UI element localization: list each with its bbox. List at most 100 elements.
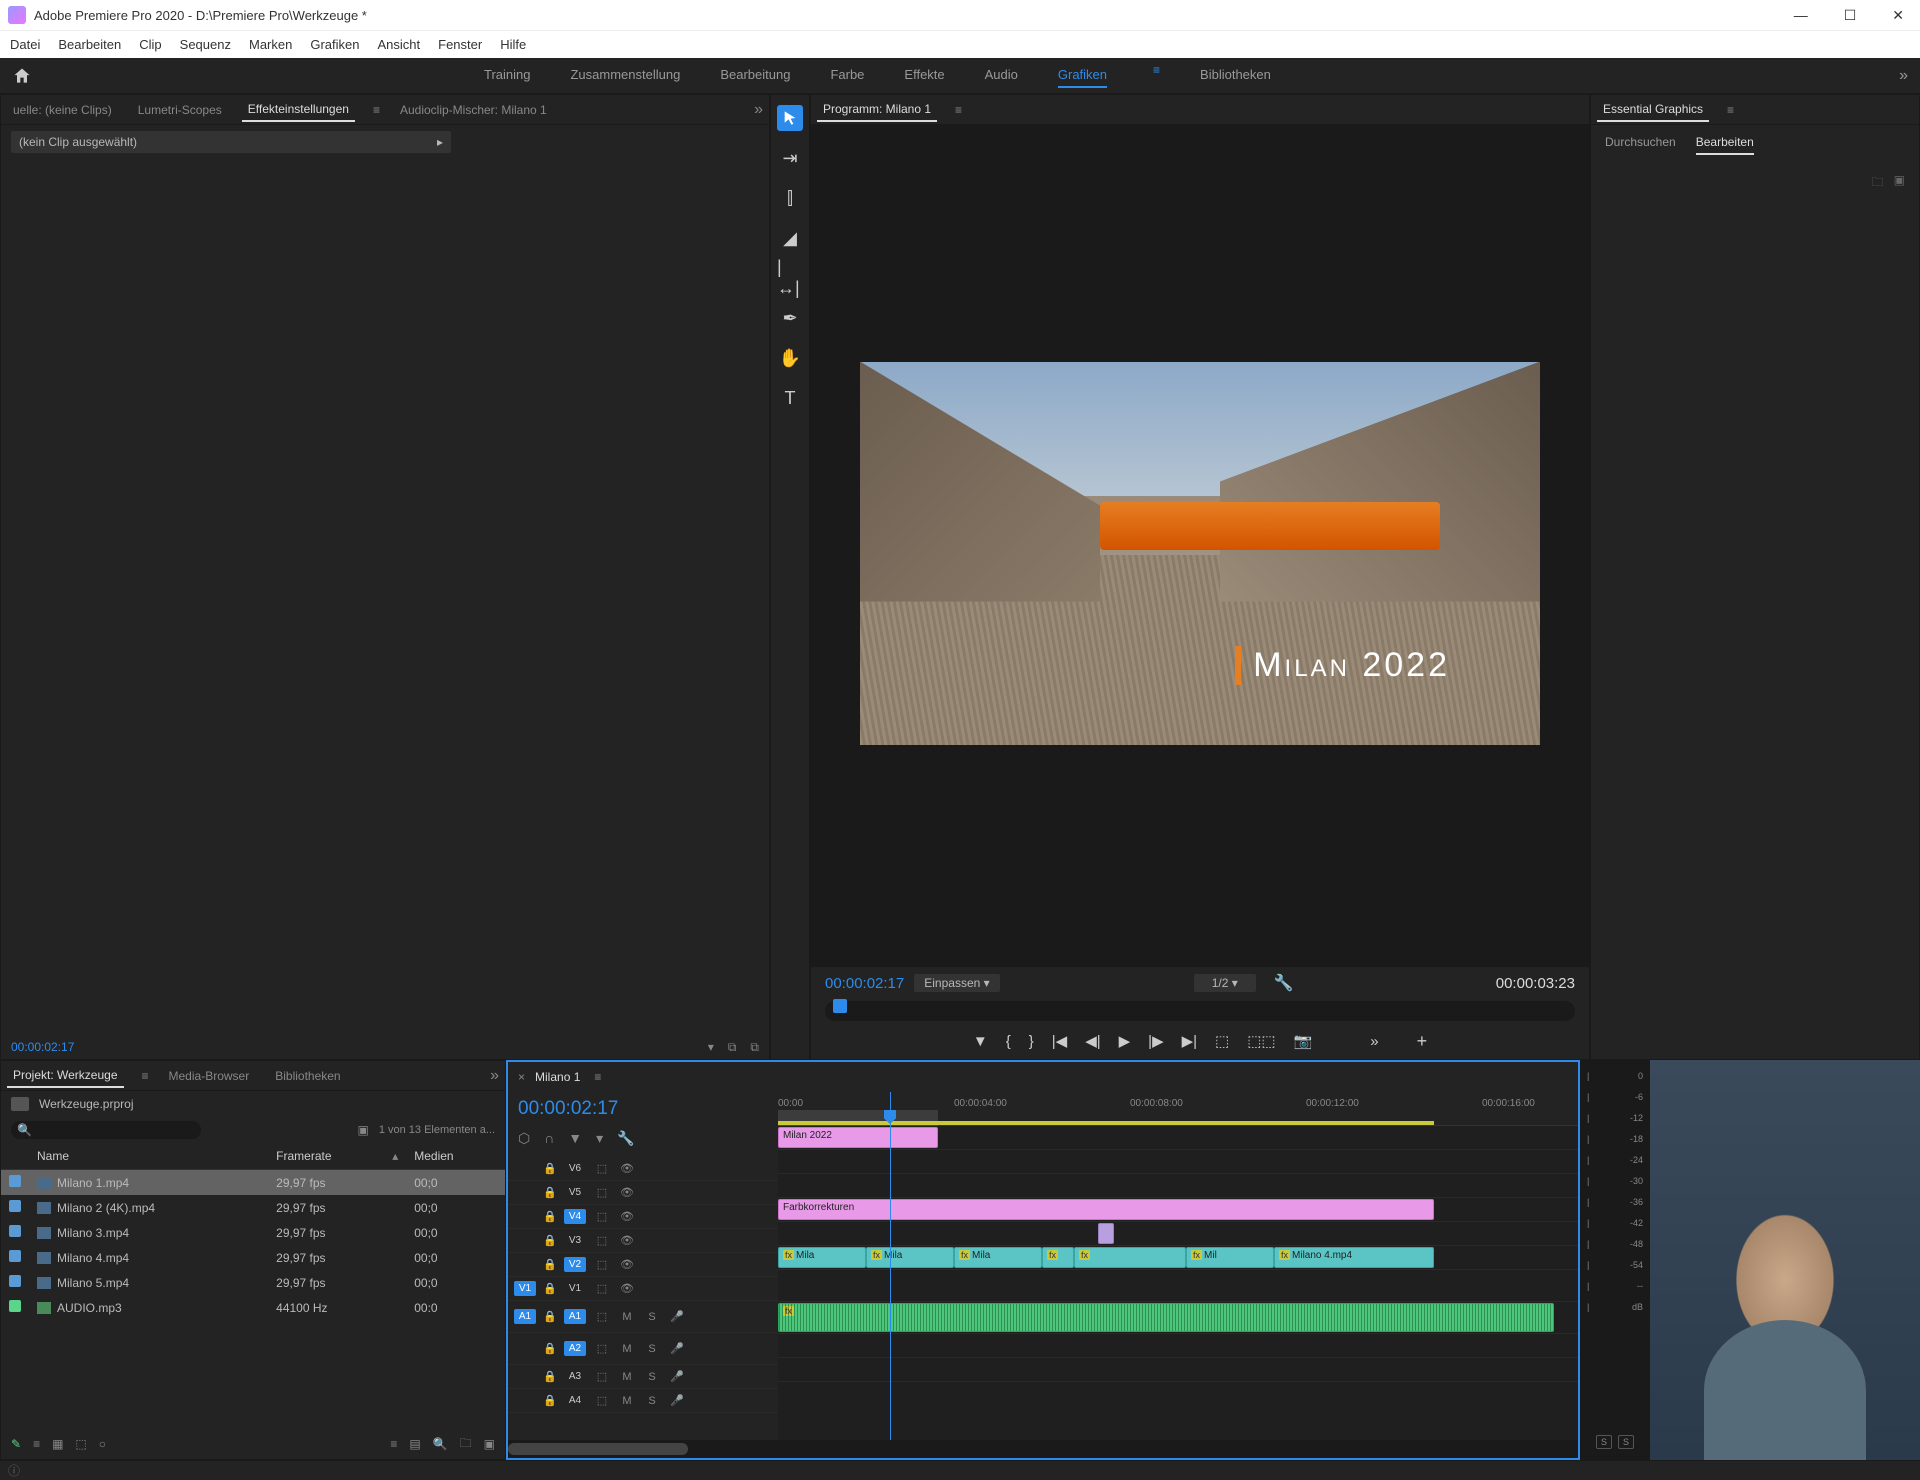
lift-button[interactable]: ⬚ xyxy=(1215,1032,1229,1050)
project-tab[interactable]: Projekt: Werkzeuge xyxy=(7,1064,124,1088)
clip[interactable]: fxMila xyxy=(954,1247,1042,1268)
workspace-effekte[interactable]: Effekte xyxy=(904,63,944,88)
extract-button[interactable]: ⬚⬚ xyxy=(1247,1032,1275,1050)
eg-tab-durchsuchen[interactable]: Durchsuchen xyxy=(1605,135,1676,155)
filter-icon[interactable]: ▾ xyxy=(708,1040,714,1055)
program-tab[interactable]: Programm: Milano 1 xyxy=(817,98,937,122)
project-item[interactable]: Milano 3.mp4 29,97 fps00;0 xyxy=(1,1220,505,1245)
track-header-a3[interactable]: 🔒 A3 ⬚M S 🎤 xyxy=(508,1365,778,1389)
column-header[interactable]: Name xyxy=(29,1143,268,1170)
find-icon[interactable]: 🔍 xyxy=(433,1437,448,1451)
project-item[interactable]: Milano 2 (4K).mp4 29,97 fps00;0 xyxy=(1,1195,505,1220)
clip[interactable]: fx xyxy=(1074,1247,1186,1268)
mark-in-button[interactable]: { xyxy=(1006,1033,1011,1050)
eg-tab-bearbeiten[interactable]: Bearbeiten xyxy=(1696,135,1754,155)
lock-icon[interactable]: 🔒 xyxy=(543,1282,557,1295)
menu-bearbeiten[interactable]: Bearbeiten xyxy=(58,37,121,52)
clip[interactable]: fxMilano 4.mp4 xyxy=(1274,1247,1434,1268)
timeline-settings-icon[interactable]: ▾ xyxy=(596,1130,603,1147)
sync-lock-icon[interactable]: ⬚ xyxy=(593,1210,611,1223)
column-header[interactable]: Medien xyxy=(406,1143,505,1170)
panel-overflow[interactable]: » xyxy=(754,101,763,119)
source-timecode[interactable]: 00:00:02:17 xyxy=(11,1040,74,1055)
sync-lock-icon[interactable]: ⬚ xyxy=(593,1342,611,1355)
menu-sequenz[interactable]: Sequenz xyxy=(180,37,231,52)
home-button[interactable] xyxy=(12,66,34,86)
project-item[interactable]: Milano 4.mp4 29,97 fps00;0 xyxy=(1,1245,505,1270)
step-fwd-icon[interactable]: ⧉ xyxy=(750,1040,759,1055)
filter-bin-icon[interactable]: ▣ xyxy=(357,1123,368,1137)
step-back-icon[interactable]: ⧉ xyxy=(728,1040,737,1055)
program-scrubber[interactable] xyxy=(825,1001,1575,1021)
button-editor-overflow[interactable]: » xyxy=(1370,1033,1378,1050)
mute-button[interactable]: M xyxy=(618,1311,636,1323)
lock-icon[interactable]: 🔒 xyxy=(543,1186,557,1199)
clip[interactable]: Milan 2022 xyxy=(778,1127,938,1148)
menu-marken[interactable]: Marken xyxy=(249,37,292,52)
program-timecode-in[interactable]: 00:00:02:17 xyxy=(825,975,904,992)
source-tab[interactable]: Audioclip-Mischer: Milano 1 xyxy=(394,99,553,121)
freeform-view-icon[interactable]: ⬚ xyxy=(75,1437,86,1451)
export-frame-button[interactable]: 📷 xyxy=(1294,1032,1313,1050)
lock-icon[interactable]: 🔒 xyxy=(543,1310,557,1323)
minimize-button[interactable]: — xyxy=(1786,7,1816,24)
track-header-v4[interactable]: 🔒 V4 ⬚👁 xyxy=(508,1205,778,1229)
workspace-bibliotheken[interactable]: Bibliotheken xyxy=(1200,63,1271,88)
play-button[interactable]: ▶ xyxy=(1119,1032,1131,1050)
panel-menu-icon[interactable]: ≡ xyxy=(594,1070,601,1084)
step-forward-button[interactable]: |▶ xyxy=(1148,1032,1163,1050)
project-item[interactable]: Milano 1.mp4 29,97 fps00;0 xyxy=(1,1170,505,1196)
new-bin-icon[interactable]: 🗀 xyxy=(460,1434,472,1455)
sequence-name[interactable]: Milano 1 xyxy=(535,1070,580,1084)
track-header-v6[interactable]: 🔒 V6 ⬚👁 xyxy=(508,1157,778,1181)
workspace-zusammenstellung[interactable]: Zusammenstellung xyxy=(570,63,680,88)
sync-lock-icon[interactable]: ⬚ xyxy=(593,1310,611,1323)
clip[interactable]: fx xyxy=(778,1303,1554,1332)
pencil-icon[interactable]: ✎ xyxy=(11,1437,21,1451)
mark-out-button[interactable]: } xyxy=(1029,1033,1034,1050)
column-header[interactable]: Framerate ▴ xyxy=(268,1143,406,1170)
info-icon[interactable]: ⓘ xyxy=(8,1462,20,1479)
track-header-a1[interactable]: A1 🔒 A1 ⬚M S 🎤 xyxy=(508,1301,778,1333)
icon-view-icon[interactable]: ▦ xyxy=(52,1437,63,1451)
video-preview[interactable]: Milan 2022 xyxy=(860,362,1540,745)
track-header-v5[interactable]: 🔒 V5 ⬚👁 xyxy=(508,1181,778,1205)
go-to-out-button[interactable]: ▶| xyxy=(1182,1032,1197,1050)
track-header-a2[interactable]: 🔒 A2 ⬚M S 🎤 xyxy=(508,1333,778,1365)
fit-dropdown[interactable]: Einpassen ▾ xyxy=(914,974,999,992)
clip[interactable] xyxy=(1098,1223,1114,1244)
folder-icon[interactable]: 🗀 xyxy=(1872,173,1884,194)
voice-over-icon[interactable]: 🎤 xyxy=(668,1342,686,1355)
toggle-output-icon[interactable]: 👁 xyxy=(618,1162,636,1175)
lock-icon[interactable]: 🔒 xyxy=(543,1370,557,1383)
clip[interactable]: fx xyxy=(1042,1247,1074,1268)
automate-icon[interactable]: ▤ xyxy=(409,1437,420,1451)
sync-lock-icon[interactable]: ⬚ xyxy=(593,1234,611,1247)
razor-tool[interactable]: ◢ xyxy=(777,225,803,251)
sync-lock-icon[interactable]: ⬚ xyxy=(593,1394,611,1407)
workspace-training[interactable]: Training xyxy=(484,63,530,88)
lock-icon[interactable]: 🔒 xyxy=(543,1258,557,1271)
solo-right[interactable]: S xyxy=(1618,1435,1634,1449)
sort-icon[interactable]: ≡ xyxy=(390,1437,397,1451)
solo-left[interactable]: S xyxy=(1596,1435,1612,1449)
menu-ansicht[interactable]: Ansicht xyxy=(377,37,420,52)
menu-grafiken[interactable]: Grafiken xyxy=(310,37,359,52)
project-search[interactable] xyxy=(11,1121,201,1139)
workspace-grafiken[interactable]: Grafiken xyxy=(1058,63,1107,88)
sync-lock-icon[interactable]: ⬚ xyxy=(593,1162,611,1175)
lock-icon[interactable]: 🔒 xyxy=(543,1394,557,1407)
project-item[interactable]: Milano 5.mp4 29,97 fps00;0 xyxy=(1,1270,505,1295)
step-back-button[interactable]: ◀| xyxy=(1085,1032,1100,1050)
close-sequence[interactable]: × xyxy=(518,1070,525,1084)
timeline-zoom-scroll[interactable] xyxy=(508,1440,1578,1458)
workspace-overflow[interactable]: » xyxy=(1899,67,1908,85)
workspace-bearbeitung[interactable]: Bearbeitung xyxy=(720,63,790,88)
toggle-output-icon[interactable]: 👁 xyxy=(618,1258,636,1271)
source-tab[interactable]: Effekteinstellungen xyxy=(242,98,355,122)
slip-tool[interactable]: |↔| xyxy=(777,265,803,291)
workspace-menu-icon[interactable]: ≡ xyxy=(1153,63,1160,88)
project-tab[interactable]: Bibliotheken xyxy=(269,1065,346,1087)
close-button[interactable]: ✕ xyxy=(1884,7,1912,24)
add-marker-icon[interactable]: ▼ xyxy=(568,1130,582,1147)
